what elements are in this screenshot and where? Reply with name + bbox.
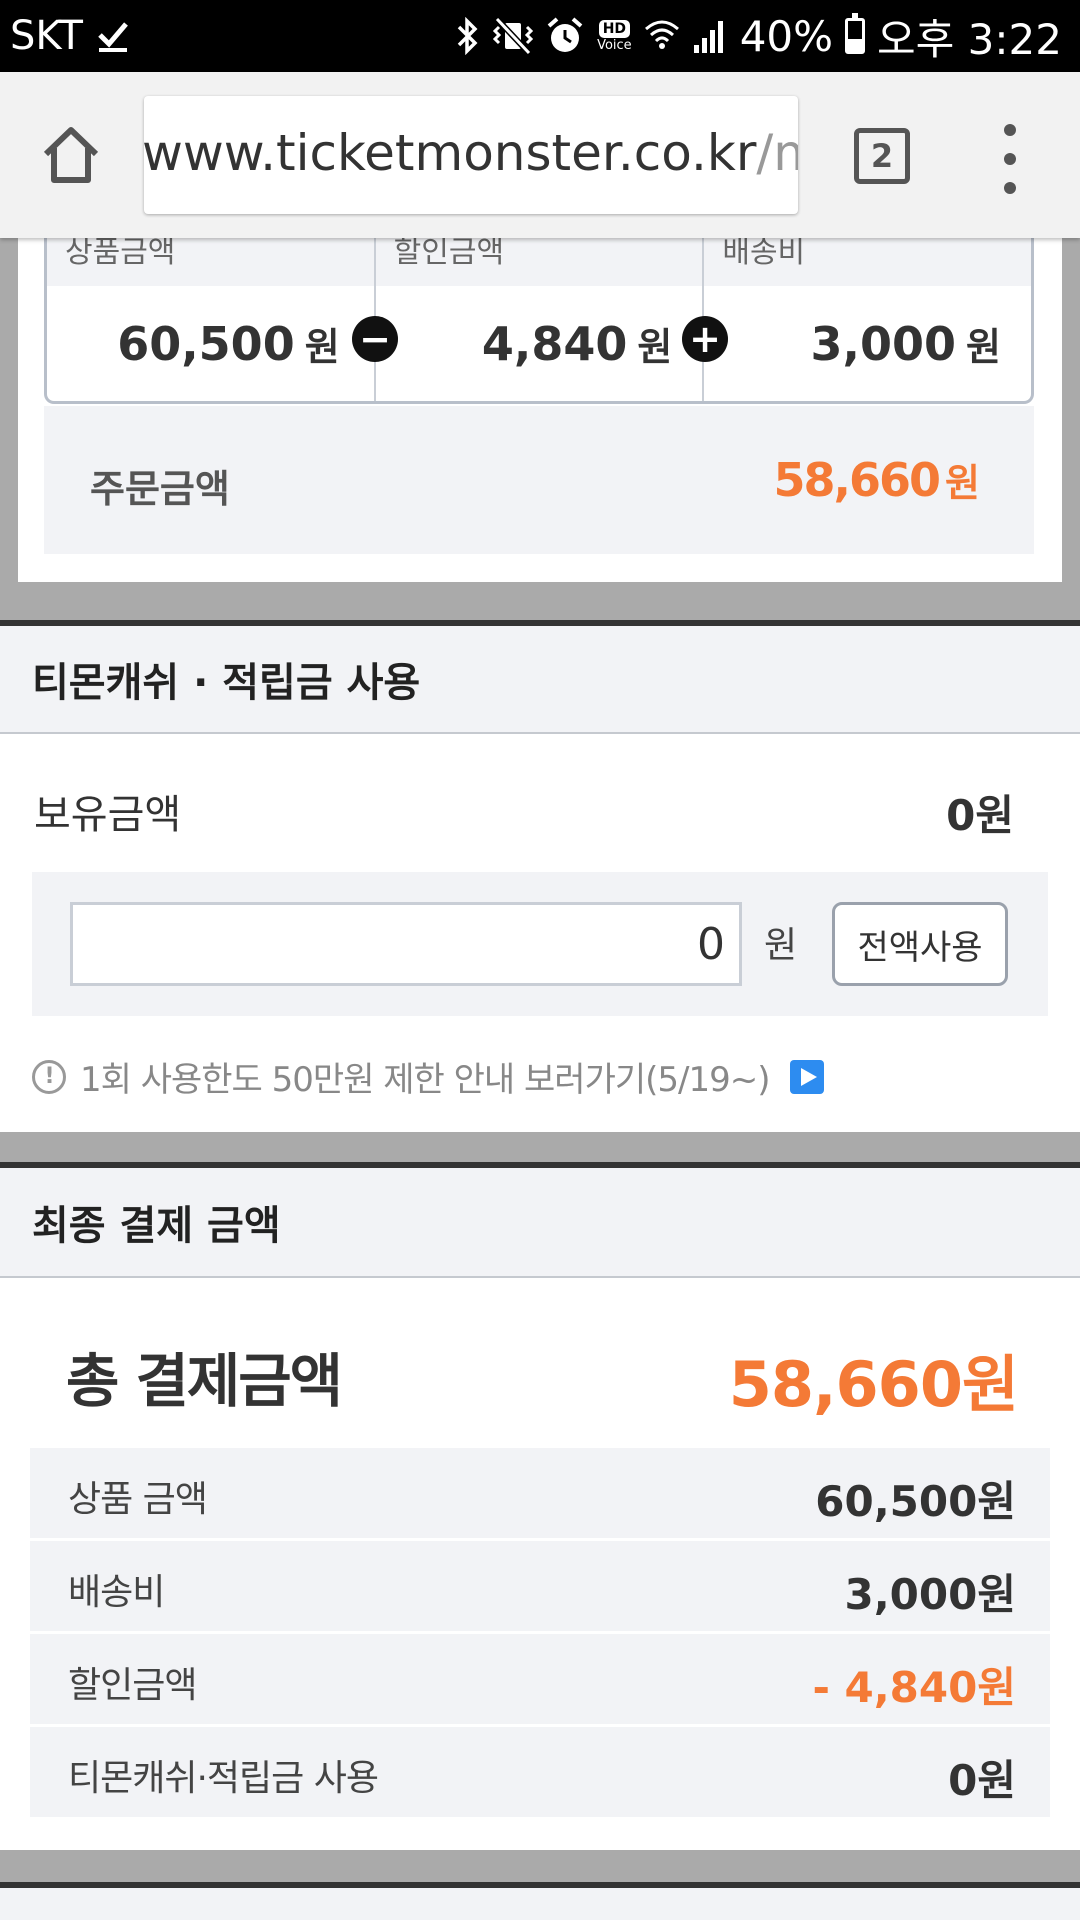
discount-price-number: 4,840	[481, 317, 628, 371]
alarm-icon	[547, 17, 583, 52]
breakdown-row-shipping: 배송비 3,000원	[30, 1541, 1050, 1631]
address-bar[interactable]: www.ticketmonster.co.kr/m	[144, 96, 798, 214]
breakdown-label: 배송비	[68, 1572, 165, 1613]
breakdown-value: - 4,840원	[812, 1663, 1016, 1712]
breakdown-label: 티몬캐쉬·적립금 사용	[68, 1758, 379, 1799]
unit-label: 원	[637, 325, 673, 369]
usage-limit-notice[interactable]: ! 1회 사용한도 50만원 제한 안내 보러가기(5/19~)	[32, 1052, 824, 1101]
shipping-price-number: 3,000	[810, 317, 957, 371]
next-section-header	[0, 1882, 1080, 1920]
cash-amount-input[interactable]	[70, 902, 742, 986]
breakdown-value: 3,000원	[844, 1570, 1017, 1619]
hd-voice-icon: HD Voice	[597, 19, 632, 53]
order-total-value: 58,660 원	[773, 452, 980, 507]
plus-icon: +	[682, 316, 728, 362]
use-all-button[interactable]: 전액사용	[832, 902, 1008, 986]
discount-price-cell: 할인금액 4,840 원	[375, 238, 705, 401]
battery-percent: 40%	[739, 11, 834, 61]
minus-icon: −	[352, 316, 398, 362]
url-path: /m	[756, 124, 798, 182]
breakdown-row-product: 상품 금액 60,500원	[30, 1448, 1050, 1538]
total-payment-label: 총 결제금액	[66, 1347, 343, 1415]
usage-limit-text: 1회 사용한도 50만원 제한 안내 보러가기(5/19~)	[80, 1060, 771, 1100]
cash-unit-label: 원	[764, 925, 798, 966]
unit-label: 원	[304, 325, 340, 369]
product-price-value: 60,500 원	[117, 316, 339, 371]
menu-dot	[1004, 182, 1016, 194]
menu-dot	[1004, 124, 1016, 136]
holding-amount-value: 0원	[946, 791, 1014, 840]
shipping-price-cell: 배송비 3,000 원	[704, 238, 1031, 401]
clock: 오후 3:22	[877, 14, 1062, 64]
product-price-header: 상품금액	[47, 238, 374, 286]
shipping-price-value: 3,000 원	[811, 316, 1001, 371]
breakdown-label: 상품 금액	[68, 1479, 208, 1520]
breakdown-value: 0원	[948, 1756, 1016, 1805]
battery-icon	[845, 13, 866, 54]
breakdown-label: 할인금액	[68, 1665, 197, 1706]
total-payment-value: 58,660원	[728, 1348, 1019, 1421]
breakdown-value: 60,500원	[815, 1477, 1016, 1526]
order-total-box: 주문금액 58,660 원	[44, 406, 1034, 554]
discount-price-value: 4,840 원	[482, 316, 672, 371]
product-price-number: 60,500	[117, 317, 295, 371]
holding-amount-label: 보유금액	[34, 792, 182, 838]
section-divider	[0, 1132, 1080, 1164]
vibrate-icon	[493, 17, 534, 55]
discount-price-header: 할인금액	[375, 238, 703, 286]
url-main: www.ticketmonster.co.kr	[144, 124, 757, 182]
order-total-label: 주문금액	[90, 467, 230, 511]
home-icon	[43, 127, 99, 183]
shipping-price-header: 배송비	[704, 238, 1031, 286]
status-bar: SKT HD Voice 40% 오후 3:22	[0, 0, 1080, 72]
breakdown-row-cash: 티몬캐쉬·적립금 사용 0원	[30, 1727, 1050, 1817]
unit-label: 원	[945, 461, 980, 505]
signal-icon	[693, 21, 723, 53]
price-breakdown-table: 상품금액 60,500 원 할인금액 4,840 원 배송비 3,000 원	[44, 238, 1034, 404]
bluetooth-icon	[457, 17, 478, 55]
url-text: www.ticketmonster.co.kr/m	[144, 124, 798, 182]
overflow-menu-button[interactable]	[990, 124, 1030, 194]
browser-toolbar: www.ticketmonster.co.kr/m 2	[0, 72, 1080, 238]
tab-switcher-button[interactable]: 2	[854, 128, 910, 184]
home-button[interactable]	[36, 120, 106, 190]
final-payment-header: 최종 결제 금액	[0, 1162, 1080, 1278]
breakdown-row-discount: 할인금액 - 4,840원	[30, 1634, 1050, 1724]
play-icon[interactable]	[789, 1059, 824, 1094]
carrier-label: SKT	[10, 13, 83, 59]
order-total-number: 58,660	[773, 453, 942, 507]
wifi-icon	[644, 20, 679, 49]
check-icon	[98, 22, 128, 52]
menu-dot	[1004, 153, 1016, 165]
payment-breakdown-list: 상품 금액 60,500원 배송비 3,000원 할인금액 - 4,840원 티…	[30, 1448, 1050, 1820]
info-icon: !	[32, 1059, 66, 1094]
unit-label: 원	[966, 325, 1002, 369]
battery-fill	[848, 39, 863, 51]
product-price-cell: 상품금액 60,500 원	[47, 238, 376, 401]
cash-input-area: 원 전액사용	[32, 872, 1048, 1016]
cash-section-header: 티몬캐쉬 · 적립금 사용	[0, 620, 1080, 734]
order-summary-card: 상품금액 60,500 원 할인금액 4,840 원 배송비 3,000 원 − + …	[18, 238, 1062, 582]
